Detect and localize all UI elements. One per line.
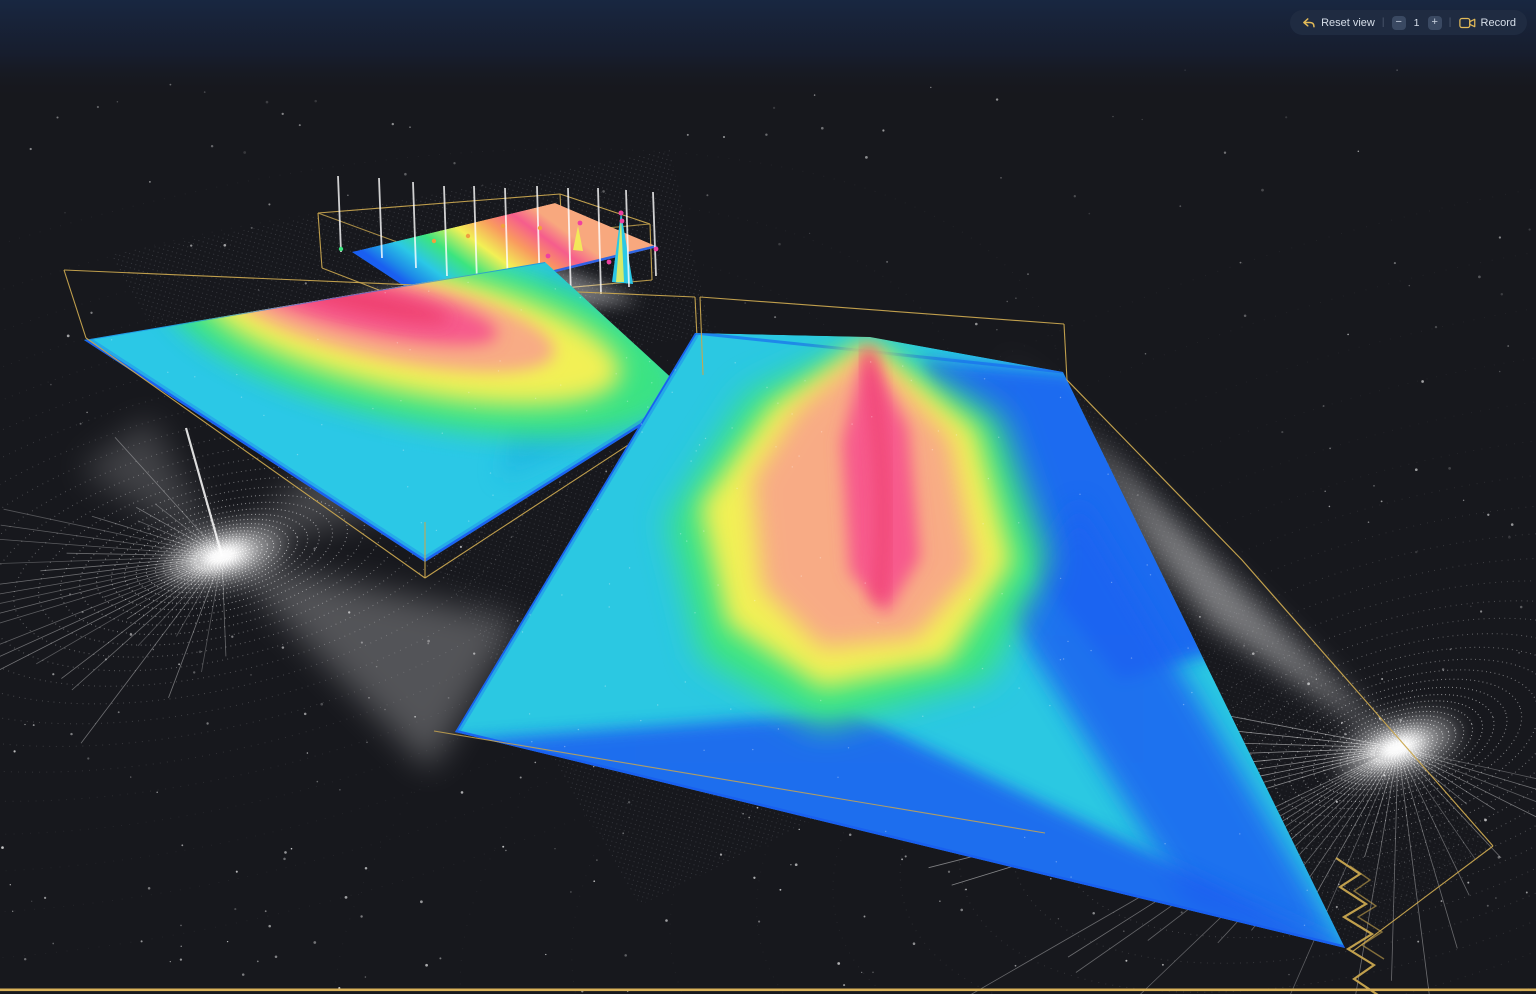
record-button[interactable]: Record <box>1459 17 1516 29</box>
viewport-3d[interactable] <box>0 0 1536 994</box>
video-camera-icon <box>1459 17 1476 29</box>
undo-arrow-icon <box>1301 16 1316 29</box>
ground-baseline <box>0 989 1536 992</box>
reset-view-label: Reset view <box>1321 17 1375 29</box>
zoom-level: 1 <box>1412 17 1422 29</box>
reset-view-button[interactable]: Reset view <box>1301 16 1375 29</box>
record-label: Record <box>1481 17 1516 29</box>
zoom-in-button[interactable]: + <box>1428 16 1442 30</box>
toolbar-separator: | <box>1448 17 1453 28</box>
viewport-toolbar: Reset view | − 1 + | Record <box>1290 10 1527 35</box>
toolbar-separator: | <box>1381 17 1386 28</box>
zoom-out-button[interactable]: − <box>1392 16 1406 30</box>
